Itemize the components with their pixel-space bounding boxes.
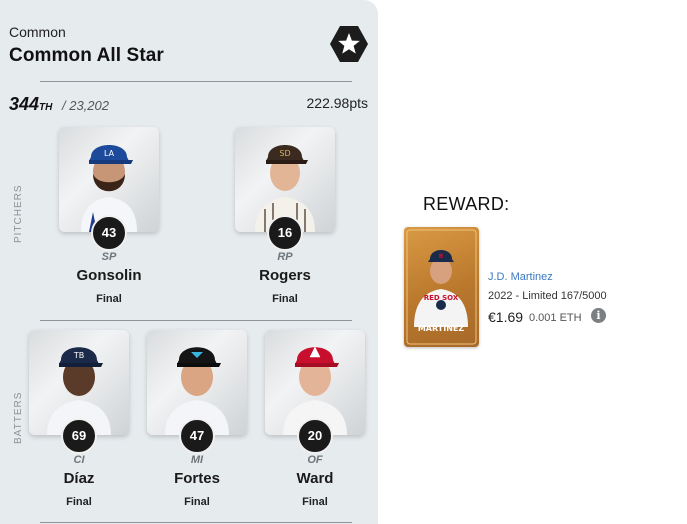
game-status: Final bbox=[272, 293, 298, 305]
rank-suffix: TH bbox=[39, 102, 53, 113]
player-name: Díaz bbox=[63, 470, 95, 487]
reward-price: €1.69 bbox=[488, 309, 524, 325]
batters-section-label: BATTERS bbox=[13, 391, 24, 444]
jersey-number-badge: 47 bbox=[179, 418, 215, 454]
player-name: Ward bbox=[296, 470, 334, 487]
game-status: Final bbox=[66, 496, 92, 508]
header-divider-line bbox=[40, 81, 352, 82]
jersey-number-badge: 69 bbox=[61, 418, 97, 454]
pitchers-section-label: PITCHERS bbox=[13, 184, 24, 243]
rank-number: 344 bbox=[9, 94, 40, 114]
rank-position: 344TH bbox=[9, 94, 52, 115]
reward-eth-price: 0.001 ETH bbox=[529, 312, 582, 324]
jersey-number-badge: 20 bbox=[297, 418, 333, 454]
player-position: SP bbox=[101, 251, 117, 263]
player-position: OF bbox=[307, 454, 323, 466]
game-status: Final bbox=[96, 293, 122, 305]
reward-card-player-name: MARTINEZ bbox=[418, 324, 465, 333]
player-name: Fortes bbox=[174, 470, 220, 487]
jersey-number-badge: 43 bbox=[91, 215, 127, 251]
league-title: Common All Star bbox=[9, 45, 164, 66]
svg-text:B: B bbox=[439, 253, 444, 260]
jersey-number-badge: 16 bbox=[267, 215, 303, 251]
svg-text:LA: LA bbox=[104, 149, 115, 158]
player-position: MI bbox=[190, 454, 204, 466]
rank-total: / 23,202 bbox=[62, 98, 109, 113]
lineup-panel: Common Common All Star 344TH / 23,202 22… bbox=[0, 0, 378, 524]
svg-text:SD: SD bbox=[279, 149, 290, 158]
player-position: RP bbox=[277, 251, 293, 263]
svg-text:TB: TB bbox=[73, 351, 84, 360]
bottom-divider bbox=[40, 522, 352, 523]
reward-edition: 2022 - Limited 167/5000 bbox=[488, 290, 607, 302]
total-points: 222.98pts bbox=[306, 95, 369, 111]
reward-card-image[interactable]: RED SOX B MARTINEZ bbox=[404, 227, 479, 347]
section-divider bbox=[40, 320, 352, 321]
reward-player-link[interactable]: J.D. Martinez bbox=[488, 271, 553, 283]
player-name: Gonsolin bbox=[76, 267, 142, 284]
game-status: Final bbox=[184, 496, 210, 508]
game-status: Final bbox=[302, 496, 328, 508]
info-icon[interactable]: i bbox=[591, 308, 606, 323]
player-position: CI bbox=[73, 454, 85, 466]
player-name: Rogers bbox=[259, 267, 311, 284]
favorite-star-icon[interactable] bbox=[328, 24, 370, 64]
rarity-label: Common bbox=[9, 24, 66, 40]
reward-label: REWARD: bbox=[423, 194, 510, 214]
